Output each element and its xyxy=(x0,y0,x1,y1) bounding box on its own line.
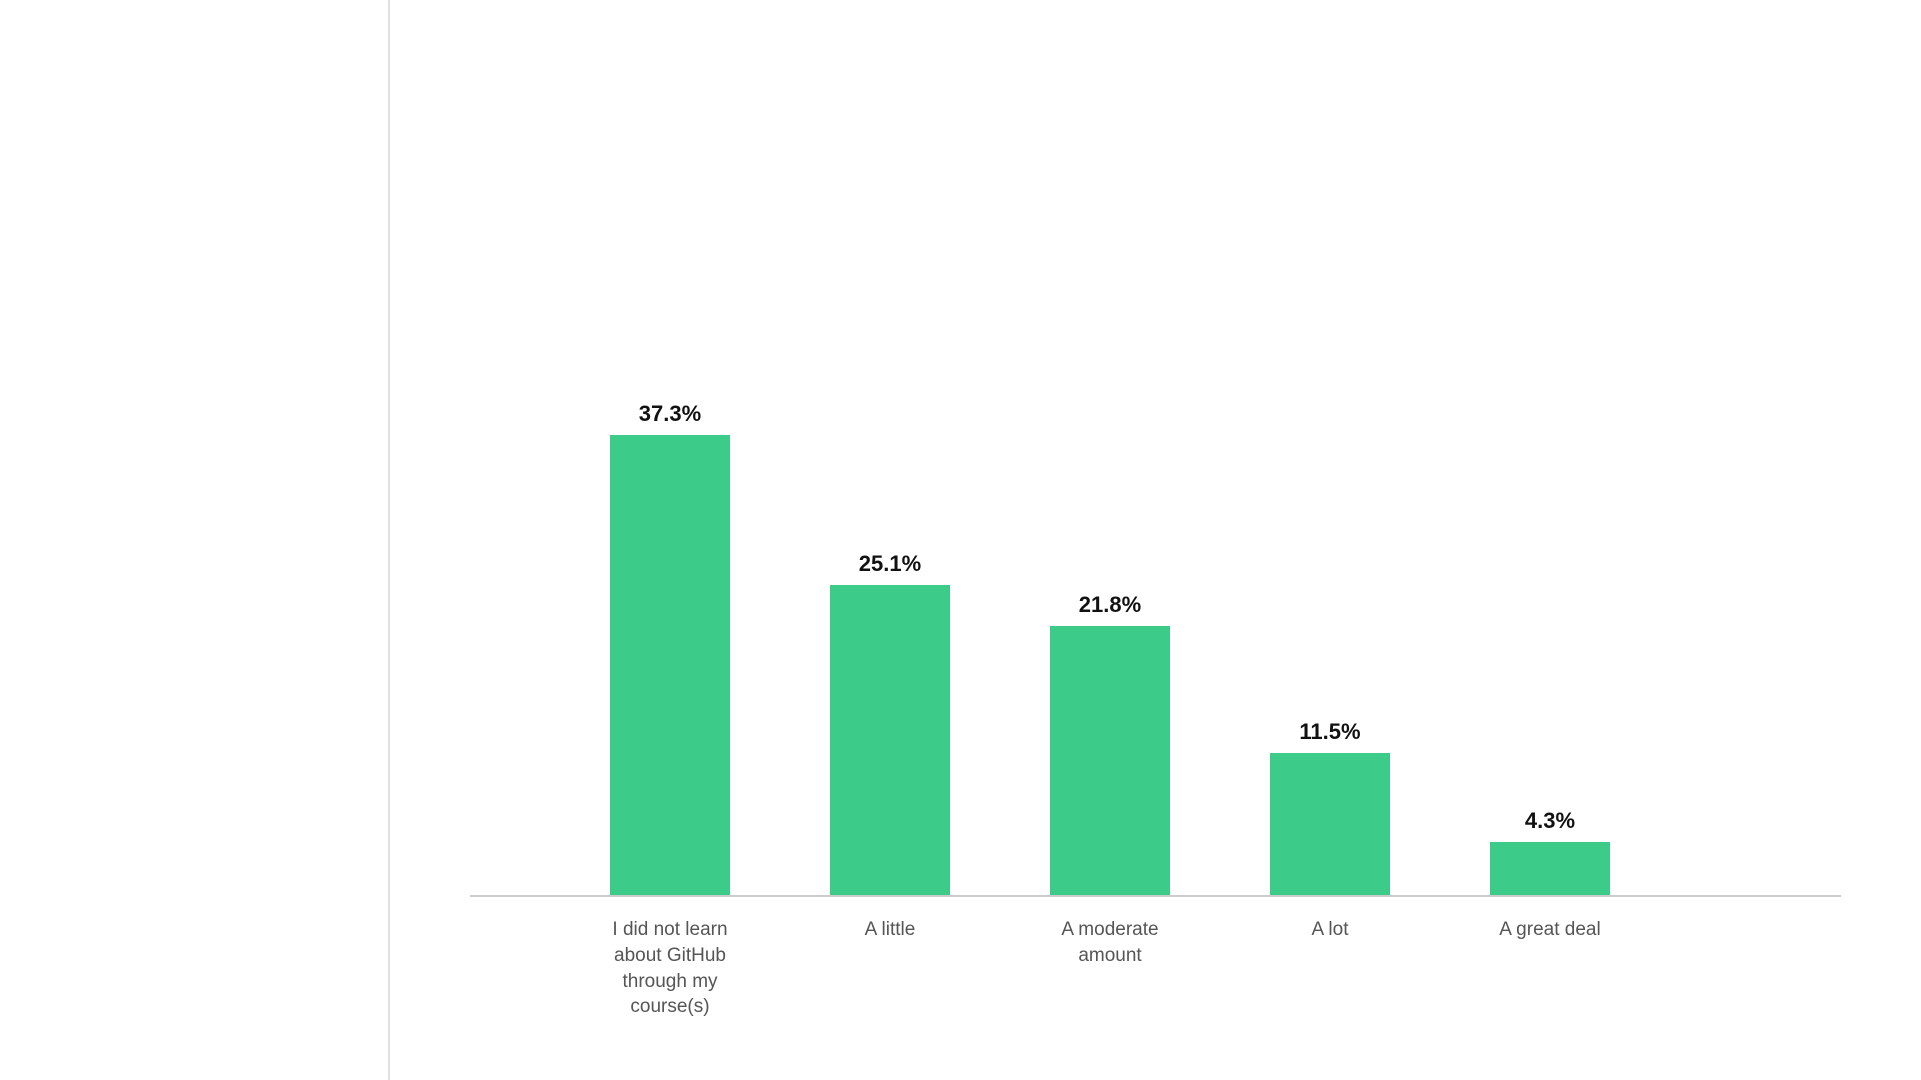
bars-container: 37.3% 25.1% 21.8% 11.5% 4.3% xyxy=(470,377,1841,897)
bar-value-no-learn: 37.3% xyxy=(639,401,701,427)
bar-group-a-little: 25.1% xyxy=(810,551,970,895)
bar-group-great-deal: 4.3% xyxy=(1470,808,1630,895)
bar-rect-moderate xyxy=(1050,626,1170,895)
x-label-moderate: A moderate amount xyxy=(1030,917,1190,1020)
bar-rect-no-learn xyxy=(610,435,730,895)
x-label-a-little: A little xyxy=(810,917,970,1020)
x-label-great-deal: A great deal xyxy=(1470,917,1630,1020)
x-label-no-learn: I did not learn about GitHub through my … xyxy=(590,917,750,1020)
chart-area: 37.3% 25.1% 21.8% 11.5% 4.3% I did not learn… xyxy=(470,120,1841,1020)
x-labels: I did not learn about GitHub through my … xyxy=(470,917,1841,1020)
bar-rect-a-little xyxy=(830,585,950,895)
bar-value-moderate: 21.8% xyxy=(1079,592,1141,618)
sidebar xyxy=(0,0,390,1080)
bar-value-a-little: 25.1% xyxy=(859,551,921,577)
bar-value-a-lot: 11.5% xyxy=(1299,719,1360,745)
bar-value-great-deal: 4.3% xyxy=(1525,808,1575,834)
bar-group-moderate: 21.8% xyxy=(1030,592,1190,895)
bar-group-a-lot: 11.5% xyxy=(1250,719,1410,895)
x-label-a-lot: A lot xyxy=(1250,917,1410,1020)
main-content: 37.3% 25.1% 21.8% 11.5% 4.3% I did not learn… xyxy=(390,0,1921,1080)
bar-group-no-learn: 37.3% xyxy=(590,401,750,895)
bar-rect-great-deal xyxy=(1490,842,1610,895)
bar-rect-a-lot xyxy=(1270,753,1390,895)
